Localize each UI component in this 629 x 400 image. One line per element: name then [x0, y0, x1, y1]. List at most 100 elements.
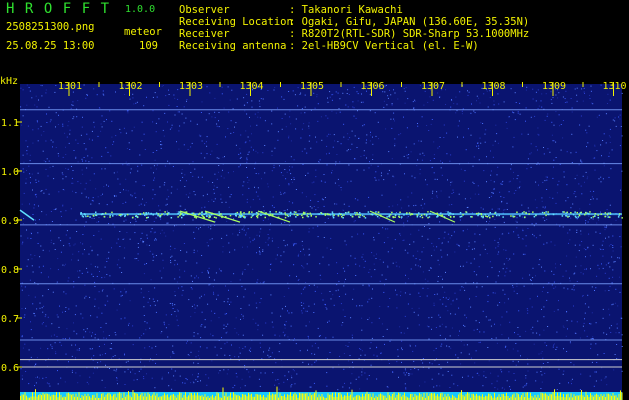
noise-dot [509, 386, 511, 388]
activity-bar [338, 393, 339, 400]
noise-dot [388, 151, 390, 153]
noise-dot [447, 299, 449, 300]
activity-bar [245, 394, 246, 400]
noise-dot [516, 227, 518, 229]
noise-dot [289, 166, 290, 167]
noise-dot [384, 85, 386, 87]
noise-dot [328, 152, 330, 154]
activity-bar [608, 393, 609, 400]
noise-dot [319, 274, 321, 276]
noise-dot [390, 94, 392, 96]
activity-bar [92, 395, 93, 400]
noise-dot [254, 292, 256, 294]
noise-dot [326, 164, 328, 166]
noise-dot [217, 294, 219, 296]
noise-dot [101, 115, 103, 117]
noise-dot [508, 191, 510, 193]
noise-dot [251, 100, 253, 102]
noise-dot [65, 167, 67, 169]
noise-dot [147, 301, 149, 303]
noise-dot [267, 244, 269, 246]
activity-bar [549, 393, 551, 400]
noise-dot [34, 104, 36, 106]
noise-dot [171, 368, 173, 370]
activity-bar [587, 395, 588, 400]
noise-dot [533, 343, 535, 345]
noise-dot [162, 85, 164, 86]
signal-dot [264, 216, 266, 219]
noise-dot [150, 279, 152, 281]
noise-dot [357, 110, 358, 112]
signal-dot [521, 212, 524, 214]
signal-dot [157, 213, 160, 215]
noise-dot [576, 281, 578, 282]
noise-dot [303, 267, 305, 269]
noise-dot [590, 268, 591, 270]
noise-dot [92, 372, 94, 374]
noise-dot [419, 385, 420, 387]
noise-dot [589, 190, 591, 192]
noise-dot [241, 378, 243, 380]
signal-dot [354, 211, 356, 214]
noise-dot [320, 278, 322, 280]
noise-dot [458, 307, 460, 309]
activity-bar [212, 394, 213, 400]
noise-dot [327, 217, 329, 219]
noise-dot [247, 136, 249, 138]
noise-dot [291, 312, 293, 314]
noise-dot [475, 350, 477, 352]
noise-dot [600, 211, 601, 213]
noise-dot [270, 264, 272, 265]
activity-bar [216, 392, 218, 400]
noise-dot [300, 293, 302, 295]
signal-dot [392, 216, 394, 218]
noise-dot [163, 135, 165, 137]
noise-dot [50, 211, 52, 212]
noise-dot [52, 165, 54, 167]
noise-dot [401, 340, 403, 342]
signal-dot [147, 212, 150, 214]
noise-dot [246, 215, 248, 217]
noise-dot [519, 335, 521, 337]
noise-dot [288, 371, 290, 373]
noise-dot [193, 304, 195, 306]
noise-dot [225, 332, 227, 334]
noise-dot [93, 355, 95, 357]
noise-dot [250, 125, 251, 127]
noise-dot [512, 348, 514, 350]
noise-dot [419, 153, 421, 155]
noise-dot [178, 111, 180, 113]
noise-dot [86, 267, 88, 269]
noise-dot [352, 101, 354, 103]
activity-bar [558, 395, 560, 400]
noise-dot [587, 294, 589, 296]
noise-dot [225, 325, 227, 327]
noise-dot [394, 120, 395, 122]
noise-dot [304, 112, 306, 114]
noise-dot [605, 227, 607, 229]
noise-dot [193, 231, 195, 233]
noise-dot [540, 371, 542, 372]
signal-dot [218, 211, 220, 213]
noise-dot [342, 309, 344, 311]
noise-dot [280, 193, 282, 195]
noise-dot [207, 181, 209, 183]
noise-dot [62, 264, 64, 266]
noise-dot [404, 102, 406, 104]
noise-dot [207, 271, 209, 273]
noise-dot [76, 333, 78, 335]
noise-dot [100, 238, 102, 240]
noise-dot [479, 234, 481, 236]
noise-dot [470, 112, 472, 114]
noise-dot [500, 183, 502, 185]
noise-dot [612, 245, 614, 246]
noise-dot [599, 248, 601, 250]
noise-dot [72, 170, 74, 171]
noise-dot [87, 271, 89, 273]
noise-dot [504, 275, 506, 277]
noise-dot [312, 227, 314, 229]
noise-dot [501, 183, 503, 185]
signal-dot [502, 216, 504, 218]
noise-dot [433, 249, 435, 251]
activity-bar [150, 396, 152, 400]
